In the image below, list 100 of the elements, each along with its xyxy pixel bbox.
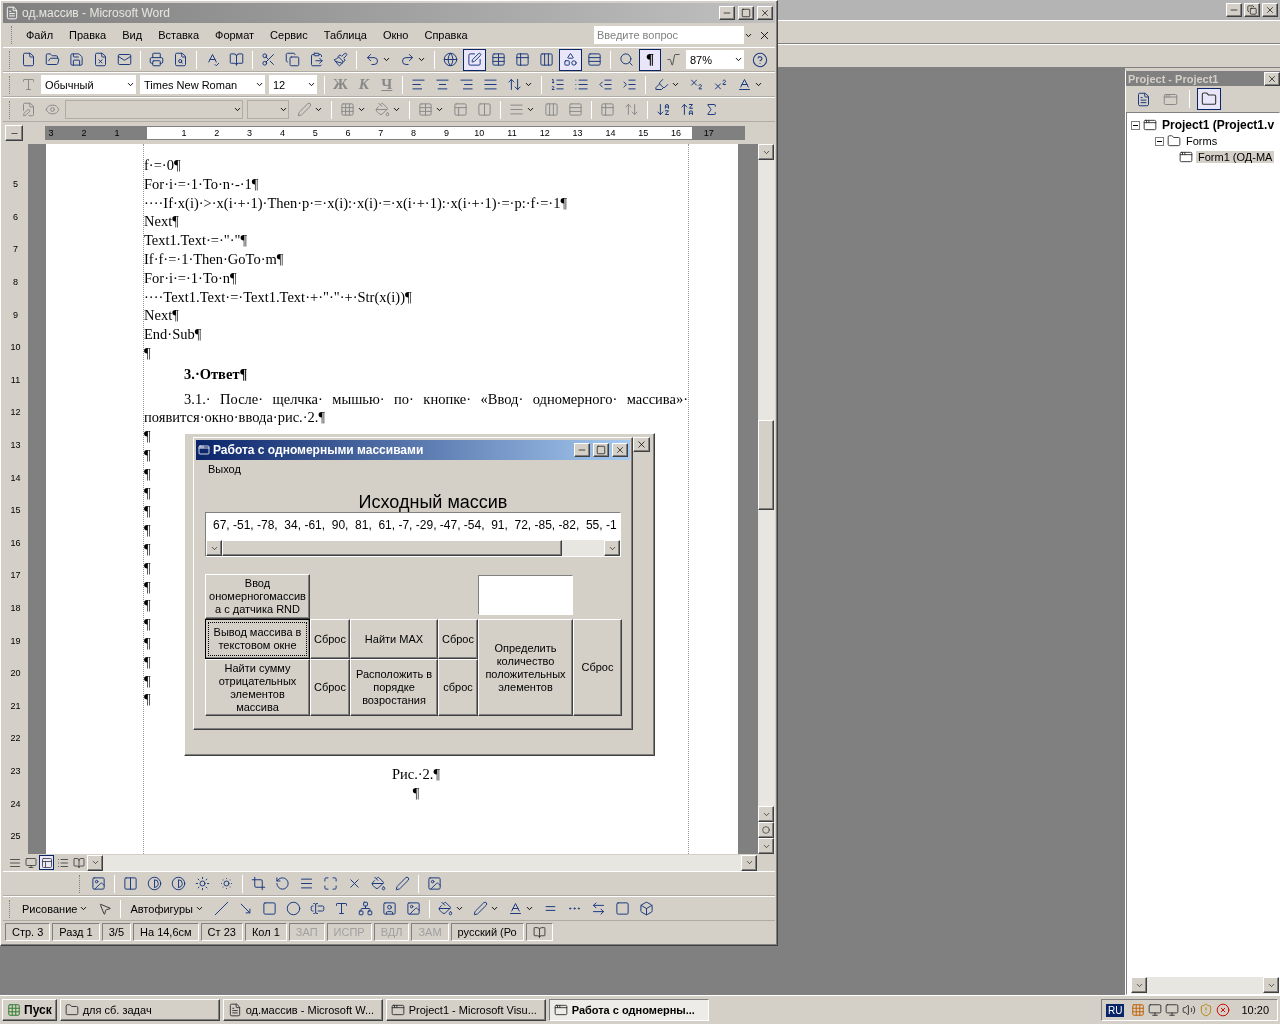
drawing-menu-button[interactable]: Рисование xyxy=(17,897,94,920)
ruler-number: 12 xyxy=(10,406,21,420)
form-button[interactable]: Вывод массива в текстовом окне xyxy=(205,619,310,660)
ruler-number: 14 xyxy=(10,471,21,485)
figure-caption: Рис.·2.¶ xyxy=(391,765,441,784)
help-search-field[interactable]: Введите вопрос xyxy=(594,26,744,44)
menu-item[interactable]: Окно xyxy=(374,27,417,43)
form-button[interactable]: Определить количество положительных элементов xyxy=(478,619,573,717)
style-dropdown[interactable]: Обычный xyxy=(41,75,136,94)
ruler-number: 9 xyxy=(13,308,18,322)
panel-title: Project - Project1 xyxy=(1128,72,1219,85)
paragraph-mark: ¶ xyxy=(144,464,151,484)
ruler-number: 2 xyxy=(214,127,220,139)
ruler-number: 15 xyxy=(10,504,21,518)
paragraph-mark: ¶ xyxy=(144,633,151,653)
taskbar-button[interactable]: для сб. задач xyxy=(59,999,220,1021)
ruler-number: 25 xyxy=(10,830,21,844)
ruler-number: 13 xyxy=(572,127,583,139)
paragraph-mark: ¶ xyxy=(144,690,151,710)
code-line: ····Text1.Text·=·Text1.Text·+·"·"·+·Str(x(i))¶ xyxy=(144,287,412,307)
menu-item[interactable]: Вставка xyxy=(150,27,207,43)
status-field: русский (Ро xyxy=(450,923,524,941)
language-indicator[interactable]: RU xyxy=(1106,1003,1125,1017)
paragraph-mark: ¶ xyxy=(144,615,151,634)
form-button[interactable]: сброс xyxy=(438,659,478,717)
status-field: Ст 23 xyxy=(200,923,243,941)
ruler-number: 1 xyxy=(114,127,120,139)
code-line: ¶ xyxy=(144,343,151,363)
menu-item[interactable]: Сервис xyxy=(262,27,316,43)
font-size-dropdown[interactable]: 12 xyxy=(269,75,317,94)
taskbar-button[interactable]: Работа с одномерны... xyxy=(548,999,709,1021)
status-field: Стр. 3 xyxy=(5,923,51,941)
array-text-field[interactable]: 67, -51, -78, 34, -61, 90, 81, 61, -7, -29, -47, -54, 91, 72, -85, -82, 55, -1 xyxy=(205,512,621,558)
ruler-number: 6 xyxy=(13,210,18,224)
menu-item[interactable]: Справка xyxy=(416,27,476,43)
form-button[interactable]: Сброс xyxy=(310,619,350,660)
form-button[interactable]: Сброс xyxy=(438,619,478,660)
show-marks-button[interactable]: ¶ xyxy=(639,48,661,71)
tree-item[interactable]: Forms xyxy=(1184,135,1220,147)
status-field: Разд 1 xyxy=(52,923,100,941)
paragraph-mark: ¶ xyxy=(144,483,151,503)
menu-item[interactable]: Формат xyxy=(207,27,263,43)
form-button[interactable]: Сброс xyxy=(310,659,350,717)
ruler-number: 23 xyxy=(10,765,21,778)
code-line: Next¶ xyxy=(144,306,179,326)
ruler-number: 3 xyxy=(48,127,54,139)
ruler-number: 7 xyxy=(13,243,18,257)
code-line: ····If·x(i)·>·x(i·+·1)·Then·p·=·x(i):·x(i)·=·x(i·+·1):·x(i·+·1)·=·p:·f·=·1¶ xyxy=(144,193,567,213)
font-dropdown[interactable]: Times New Roman xyxy=(140,75,265,94)
ruler-number: 20 xyxy=(10,667,21,681)
paragraph-mark: ¶ xyxy=(144,558,151,578)
zoom-dropdown[interactable]: 87% xyxy=(686,50,744,69)
ruler-number: 19 xyxy=(10,634,21,648)
ruler-number: 12 xyxy=(539,127,550,139)
menu-item[interactable]: Вид xyxy=(114,27,151,43)
tree-item[interactable]: Project1 (Project1.v xyxy=(1160,118,1277,132)
paragraph-mark: ¶ xyxy=(412,783,420,803)
code-line: Next¶ xyxy=(144,212,179,232)
form-button[interactable]: Расположить в порядке возростания xyxy=(350,659,438,717)
ruler-number: 15 xyxy=(638,127,649,139)
form-button[interactable]: Найти сумму отрицательных элементов массива xyxy=(205,659,310,717)
ruler-number: 22 xyxy=(10,732,21,746)
dialog-title: Работа с одномерными массивами xyxy=(213,441,425,459)
form-button[interactable]: Ввод ономерногомассива с датчика RND xyxy=(205,574,310,620)
paragraph-mark: ¶ xyxy=(144,539,151,559)
form-button[interactable]: Найти MAX xyxy=(350,619,438,660)
ruler-number: 16 xyxy=(10,536,21,550)
form-button[interactable]: Сброс xyxy=(573,619,622,717)
section-heading: 3.·Ответ¶ xyxy=(183,364,249,384)
paragraph-mark: ¶ xyxy=(144,652,151,672)
paragraph-mark: ¶ xyxy=(144,671,151,691)
status-field: 3/5 xyxy=(101,923,131,941)
code-line: If·f·=·1·Then·GoTo·m¶ xyxy=(144,250,284,269)
autoshapes-menu-button[interactable]: Автофигуры xyxy=(125,897,209,920)
tree-item[interactable]: Form1 (ОД-МА xyxy=(1196,151,1275,163)
ruler-number: 1 xyxy=(181,127,187,139)
taskbar-button[interactable]: Project1 - Microsoft Visu... xyxy=(385,999,546,1021)
code-line: End·Sub¶ xyxy=(144,325,202,344)
menu-item[interactable]: Таблица xyxy=(315,27,375,43)
ruler-number: 8 xyxy=(411,127,417,139)
ruler-number: 11 xyxy=(507,127,517,139)
paragraph-mark: ¶ xyxy=(144,596,151,616)
ruler-number: 6 xyxy=(345,127,351,139)
code-line: Text1.Text·=·"·"¶ xyxy=(144,231,248,250)
ruler-number: 5 xyxy=(312,127,318,139)
paragraph-mark: ¶ xyxy=(144,427,151,446)
menu-item[interactable]: Выход xyxy=(200,457,249,481)
heading: Исходный массив xyxy=(357,491,509,513)
ruler-number: 7 xyxy=(378,127,384,139)
start-button[interactable]: Пуск xyxy=(2,999,57,1021)
code-line: For·i·=·1·To·n·-·1¶ xyxy=(144,174,259,194)
ruler-number: 3 xyxy=(247,127,253,139)
status-field: Кол 1 xyxy=(244,923,287,941)
menu-item[interactable]: Правка xyxy=(61,27,115,43)
menu-item[interactable]: Файл xyxy=(18,27,62,43)
taskbar-button[interactable]: од.массив - Microsoft W... xyxy=(222,999,383,1021)
ruler-number: 5 xyxy=(13,178,18,192)
ruler-number: 24 xyxy=(10,797,21,811)
ruler-number: 16 xyxy=(671,127,681,139)
ruler-number: 17 xyxy=(703,127,714,139)
